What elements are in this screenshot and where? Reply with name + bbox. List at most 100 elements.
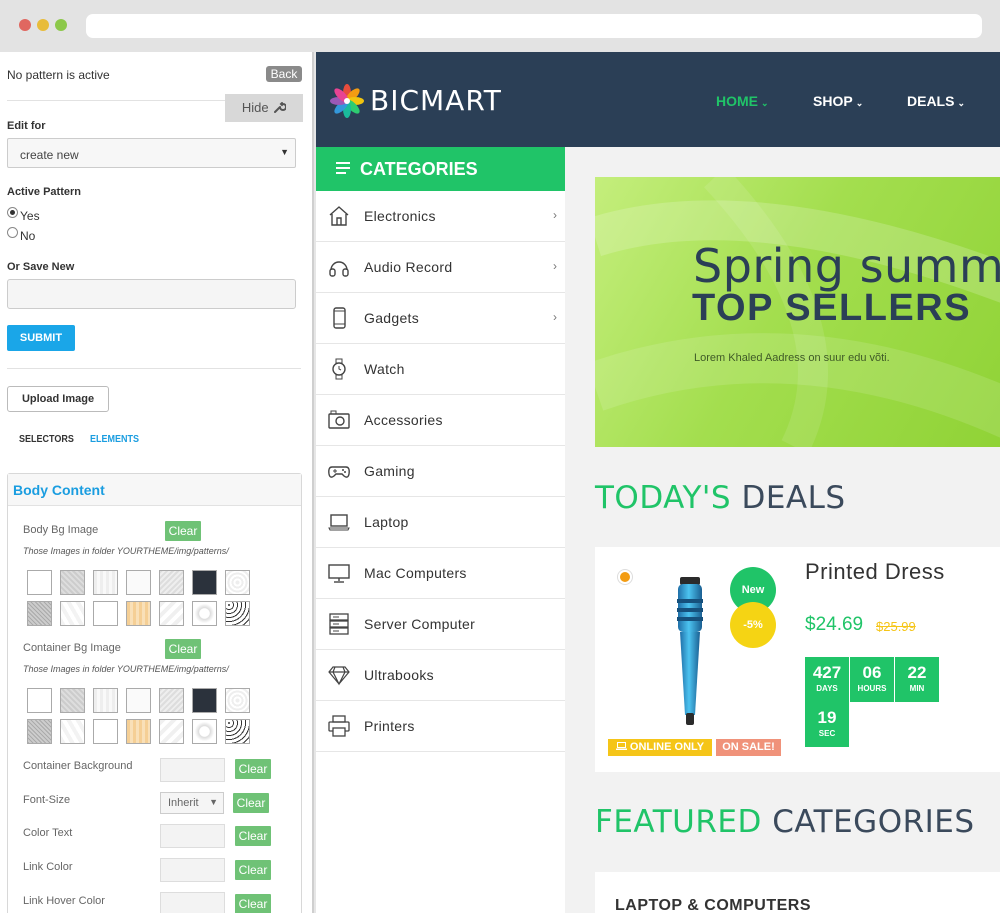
pattern-swatch[interactable]	[126, 688, 151, 713]
clear-color-text-button[interactable]: Clear	[235, 826, 271, 846]
countdown-unit: SEC	[818, 729, 836, 738]
pattern-swatch[interactable]	[126, 570, 151, 595]
container-background-input[interactable]	[160, 758, 225, 782]
save-new-input[interactable]	[7, 279, 296, 309]
pattern-swatch[interactable]	[192, 719, 217, 744]
color-text-input[interactable]	[160, 824, 225, 848]
title-rest: CATEGORIES	[772, 804, 975, 840]
pattern-swatch[interactable]	[192, 570, 217, 595]
pattern-swatch[interactable]	[159, 719, 184, 744]
category-label: Laptop	[364, 514, 409, 530]
maximize-window-button[interactable]	[55, 19, 67, 31]
pattern-swatch[interactable]	[159, 570, 184, 595]
product-name[interactable]: Printed Dress	[805, 559, 945, 585]
category-label: Server Computer	[364, 616, 476, 632]
category-item[interactable]: Server Computer	[316, 599, 565, 650]
microphone-product-image[interactable]	[670, 575, 710, 730]
pattern-swatch[interactable]	[60, 688, 85, 713]
font-size-select[interactable]: Inherit ▼	[160, 792, 224, 814]
category-item[interactable]: Accessories	[316, 395, 565, 446]
submit-button[interactable]: SUBMIT	[7, 325, 75, 351]
minimize-window-button[interactable]	[37, 19, 49, 31]
clear-link-hover-button[interactable]: Clear	[235, 894, 271, 913]
gamepad-icon	[328, 466, 350, 478]
pattern-swatch[interactable]	[60, 719, 85, 744]
folder-note: Those Images in folder YOURTHEME/img/pat…	[23, 664, 229, 674]
category-label: Audio Record	[364, 259, 453, 275]
back-button[interactable]: Back	[266, 66, 302, 82]
save-new-label: Or Save New	[7, 261, 75, 273]
nav-deals[interactable]: DEALS ⌄	[907, 93, 965, 109]
hero-banner[interactable]: Spring summ TOP SELLERS Lorem Khaled Aad…	[595, 177, 1000, 447]
radio-no[interactable]	[7, 227, 18, 238]
hide-button[interactable]: Hide	[225, 94, 303, 122]
pattern-swatch[interactable]	[225, 719, 250, 744]
categories-list: Electronics › Audio Record › Gadgets › Watch Ac…	[316, 191, 565, 913]
category-item[interactable]: Ultrabooks	[316, 650, 565, 701]
pattern-swatch[interactable]	[27, 570, 52, 595]
category-item[interactable]: Watch	[316, 344, 565, 395]
pattern-swatch[interactable]	[27, 719, 52, 744]
category-label: Electronics	[364, 208, 436, 224]
pattern-swatch[interactable]	[159, 688, 184, 713]
close-window-button[interactable]	[19, 19, 31, 31]
pattern-swatch[interactable]	[27, 688, 52, 713]
address-bar[interactable]	[86, 14, 982, 38]
pattern-swatch[interactable]	[93, 570, 118, 595]
pattern-swatch[interactable]	[126, 601, 151, 626]
pattern-swatch[interactable]	[159, 601, 184, 626]
category-item[interactable]: Audio Record ›	[316, 242, 565, 293]
clear-container-bg-button[interactable]: Clear	[165, 639, 201, 659]
link-color-input[interactable]	[160, 858, 225, 882]
tab-selectors[interactable]: SELECTORS	[19, 434, 74, 445]
diamond-icon	[328, 666, 350, 686]
pattern-swatch[interactable]	[60, 601, 85, 626]
nav-shop-label: SHOP	[813, 93, 853, 109]
pattern-swatch[interactable]	[192, 601, 217, 626]
category-label: Gaming	[364, 463, 415, 479]
active-pattern-label: Active Pattern	[7, 186, 81, 198]
pattern-swatch[interactable]	[27, 601, 52, 626]
body-bg-label: Body Bg Image	[23, 524, 99, 536]
featured-category-card[interactable]: LAPTOP & COMPUTERS	[595, 872, 1000, 913]
countdown-value: 22	[907, 663, 927, 682]
pattern-swatch[interactable]	[60, 570, 85, 595]
store-preview: BICMART HOME ⌄ SHOP ⌄ DEALS ⌄ CATEGORIES El…	[316, 52, 1000, 913]
pattern-swatch[interactable]	[93, 688, 118, 713]
clear-link-color-button[interactable]: Clear	[235, 860, 271, 880]
radio-no-label: No	[20, 229, 36, 243]
category-item[interactable]: Gadgets ›	[316, 293, 565, 344]
link-hover-input[interactable]	[160, 892, 225, 913]
nav-home[interactable]: HOME ⌄	[716, 93, 769, 109]
pattern-swatch[interactable]	[225, 601, 250, 626]
nav-home-label: HOME	[716, 93, 758, 109]
brand-name[interactable]: BICMART	[370, 84, 502, 117]
headphones-icon	[329, 261, 349, 277]
category-item[interactable]: Laptop	[316, 497, 565, 548]
pattern-swatch[interactable]	[192, 688, 217, 713]
tab-elements[interactable]: ELEMENTS	[90, 434, 139, 445]
category-item[interactable]: Printers	[316, 701, 565, 752]
select-arrow-icon: ▼	[280, 147, 289, 157]
upload-image-button[interactable]: Upload Image	[7, 386, 109, 412]
clear-font-size-button[interactable]: Clear	[233, 793, 269, 813]
pattern-swatch[interactable]	[93, 719, 118, 744]
container-bg-label: Container Bg Image	[23, 642, 121, 654]
pattern-swatch[interactable]	[93, 601, 118, 626]
category-item[interactable]: Gaming	[316, 446, 565, 497]
edit-for-select[interactable]: create new ▼	[7, 138, 296, 168]
featured-categories-title: FEATURED CATEGORIES	[595, 804, 975, 840]
pattern-swatch[interactable]	[126, 719, 151, 744]
nav-shop[interactable]: SHOP ⌄	[813, 93, 863, 109]
deal-card[interactable]: New -5% ONLINE ONLY ON SALE! Printed Dre…	[595, 547, 1000, 772]
category-item[interactable]: Mac Computers	[316, 548, 565, 599]
clear-container-background-button[interactable]: Clear	[235, 759, 271, 779]
categories-header[interactable]: CATEGORIES	[316, 147, 565, 191]
countdown-unit: HOURS	[857, 684, 887, 693]
pattern-swatch[interactable]	[225, 570, 250, 595]
clear-body-bg-button[interactable]: Clear	[165, 521, 201, 541]
category-item[interactable]: Electronics ›	[316, 191, 565, 242]
radio-yes[interactable]	[7, 207, 18, 218]
pattern-swatch[interactable]	[225, 688, 250, 713]
chevron-right-icon: ›	[553, 208, 557, 222]
